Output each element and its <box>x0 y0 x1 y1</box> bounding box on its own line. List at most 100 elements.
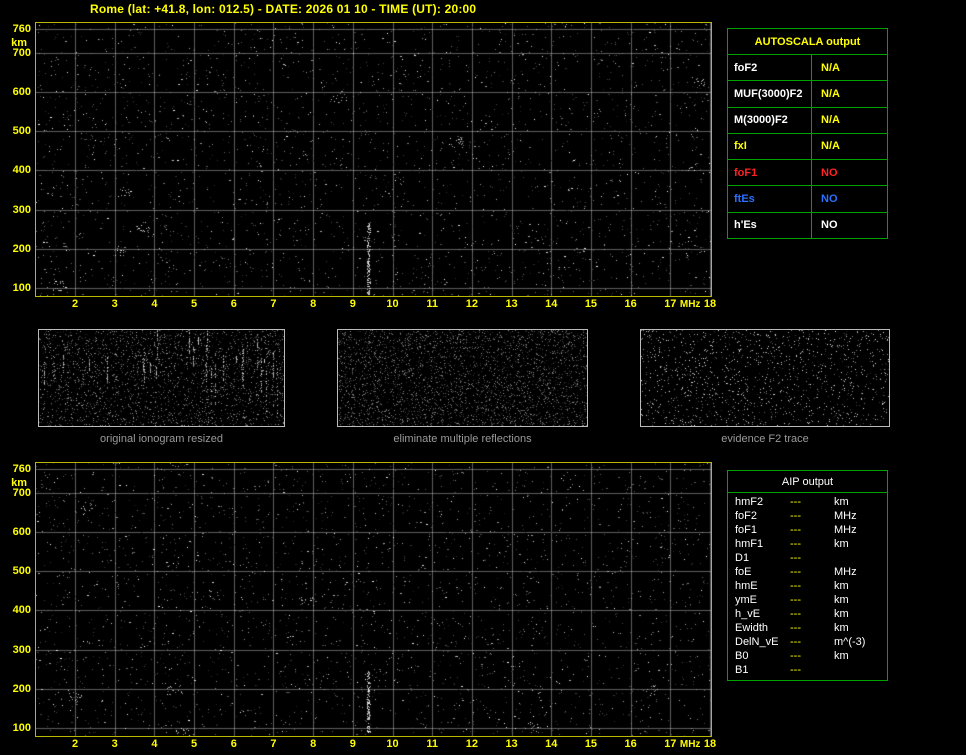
thumbnail-multiple-reflections-canvas <box>338 330 587 426</box>
x-tick-label: 11 <box>426 738 438 750</box>
x-tick-label: 6 <box>230 738 237 750</box>
x-tick-label: 17 <box>664 298 677 310</box>
x-tick-label: 6 <box>230 298 237 310</box>
aip-param-value: --- <box>790 664 801 676</box>
thumbnail-original-ionogram-canvas <box>39 330 284 426</box>
aip-row-D1: D1 --- <box>728 551 887 565</box>
aip-param-label: hmF2 <box>735 496 764 508</box>
x-tick-label: 16 <box>624 298 637 310</box>
caption-multiple-reflections: eliminate multiple reflections <box>393 433 532 445</box>
autoscala-param-value: NO <box>821 219 838 232</box>
x-tick-label: 16 <box>624 738 637 750</box>
aip-param-unit: km <box>834 650 849 662</box>
aip-row-B0: B0 --- km <box>728 649 887 663</box>
x-tick-label: 8 <box>310 298 317 310</box>
x-tick-label: 17 <box>664 738 677 750</box>
autoscala-param-label: foF1 <box>728 160 812 186</box>
x-tick-label: 10 <box>386 298 399 310</box>
aip-param-unit: km <box>834 594 849 606</box>
x-axis-unit-label: MHz <box>679 739 701 750</box>
caption-f2-trace: evidence F2 trace <box>721 433 809 445</box>
x-tick-label: 9 <box>349 738 356 750</box>
x-tick-label: 13 <box>505 298 518 310</box>
y-tick-label: 400 <box>12 164 31 177</box>
x-tick-label: 18 <box>703 738 717 750</box>
autoscala-param-value: NO <box>821 166 838 179</box>
x-tick-label: 4 <box>151 738 158 750</box>
aip-row-DelN_vE: DelN_vE --- m^(-3) <box>728 635 887 649</box>
aip-param-label: DelN_vE <box>735 636 779 648</box>
x-tick-label: 12 <box>465 738 478 750</box>
ionogram-canvas-top <box>36 23 711 296</box>
thumbnail-original-ionogram <box>38 329 285 427</box>
ionogram-plot-top <box>35 22 712 297</box>
autoscala-param-value: N/A <box>821 61 840 74</box>
y-axis-unit-label: km <box>11 37 27 49</box>
aip-row-foF1: foF1 --- MHz <box>728 523 887 537</box>
autoscala-table-rows: foF2 N/A MUF(3000)F2 N/A M(3000)F2 N/A fxI N/A f… <box>728 55 887 238</box>
aip-row-hmE: hmE --- km <box>728 579 887 593</box>
autoscala-row-MUF(3000)F2: MUF(3000)F2 N/A <box>728 81 887 108</box>
aip-param-value: --- <box>790 622 801 634</box>
aip-param-label: D1 <box>735 552 750 564</box>
y-tick-label: 760 <box>12 23 31 35</box>
caption-original-ionogram: original ionogram resized <box>100 433 223 445</box>
autoscala-param-value: N/A <box>821 140 840 153</box>
aip-param-unit: MHz <box>834 510 857 522</box>
x-tick-label: 15 <box>584 298 598 310</box>
aip-param-unit: km <box>834 622 849 634</box>
x-tick-label: 2 <box>71 738 79 750</box>
x-tick-label: 10 <box>386 738 399 750</box>
y-tick-label: 700 <box>12 46 31 59</box>
y-tick-label: 700 <box>12 486 31 499</box>
aip-param-value: --- <box>790 524 801 536</box>
aip-param-unit: MHz <box>834 524 857 536</box>
autoscala-param-value: N/A <box>821 87 840 100</box>
y-tick-label: 300 <box>12 203 31 216</box>
aip-param-value: --- <box>790 650 801 662</box>
ionogram-plot-bottom <box>35 462 712 737</box>
aip-row-B1: B1 --- <box>728 663 887 677</box>
aip-param-label: foE <box>735 566 752 578</box>
x-tick-label: 3 <box>111 738 118 750</box>
autoscala-param-label: ftEs <box>728 186 812 212</box>
y-tick-label: 500 <box>12 565 31 578</box>
aip-row-h_vE: h_vE --- km <box>728 607 887 621</box>
aip-param-value: --- <box>790 496 801 508</box>
y-tick-label: 100 <box>12 722 31 734</box>
thumbnail-f2-trace-canvas <box>641 330 889 426</box>
aip-param-value: --- <box>790 538 801 550</box>
aip-row-hmF1: hmF1 --- km <box>728 537 887 551</box>
x-tick-label: 13 <box>505 738 518 750</box>
aip-param-label: ymE <box>735 594 757 606</box>
x-tick-label: 11 <box>426 298 438 310</box>
aip-param-value: --- <box>790 552 801 564</box>
x-tick-label: 15 <box>584 738 598 750</box>
aip-param-unit: km <box>834 538 849 550</box>
x-tick-label: 7 <box>270 738 277 750</box>
aip-param-value: --- <box>790 636 801 648</box>
autoscala-output-table: AUTOSCALA output foF2 N/A MUF(3000)F2 N/A M(… <box>727 28 888 239</box>
thumbnail-f2-trace <box>640 329 890 427</box>
aip-row-ymE: ymE --- km <box>728 593 887 607</box>
aip-param-value: --- <box>790 608 801 620</box>
autoscala-row-M(3000)F2: M(3000)F2 N/A <box>728 107 887 134</box>
aip-param-label: hmE <box>735 580 758 592</box>
aip-param-unit: m^(-3) <box>834 636 866 648</box>
aip-param-label: foF1 <box>735 524 758 536</box>
autoscala-param-label: MUF(3000)F2 <box>728 81 812 107</box>
aip-param-label: Ewidth <box>735 622 769 634</box>
autoscala-param-value: N/A <box>821 114 840 127</box>
autoscala-table-title: AUTOSCALA output <box>728 29 887 55</box>
y-tick-label: 200 <box>12 682 31 695</box>
autoscala-row-ftEs: ftEs NO <box>728 186 887 213</box>
ionogram-canvas-bottom <box>36 463 711 736</box>
aip-row-foF2: foF2 --- MHz <box>728 509 887 523</box>
x-tick-label: 5 <box>191 298 198 310</box>
y-tick-label: 100 <box>12 282 31 294</box>
y-tick-label: 200 <box>12 242 31 255</box>
aip-table-title: AIP output <box>728 471 887 493</box>
aip-param-unit: km <box>834 608 849 620</box>
autoscala-param-label: M(3000)F2 <box>728 107 812 133</box>
aip-param-label: B0 <box>735 650 749 662</box>
